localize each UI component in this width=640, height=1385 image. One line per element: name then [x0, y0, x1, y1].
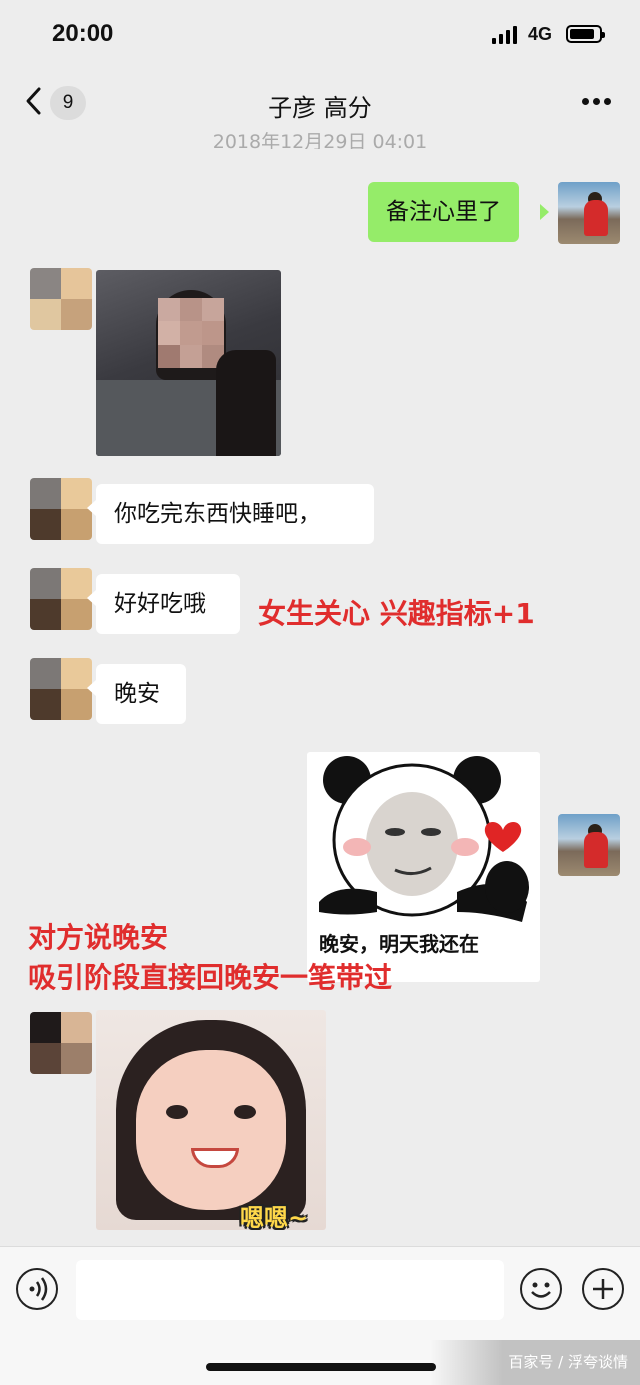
signal-icon	[492, 26, 522, 44]
image-caption: 嗯嗯~	[240, 1204, 309, 1230]
self-avatar[interactable]	[558, 182, 620, 244]
message-bubble-outgoing[interactable]: 备注心里了	[368, 182, 519, 242]
message-image[interactable]: 嗯嗯~	[96, 1010, 326, 1230]
bubble-tail	[87, 500, 96, 516]
bubble-tail	[87, 680, 96, 696]
voice-icon[interactable]	[16, 1268, 58, 1310]
home-indicator	[206, 1363, 436, 1371]
plus-icon[interactable]	[582, 1268, 624, 1310]
annotation-goodnight-line1: 对方说晚安	[28, 921, 169, 954]
annotation-interest: 女生关心 兴趣指标+1	[258, 597, 535, 630]
contact-avatar[interactable]	[30, 658, 92, 720]
message-image[interactable]	[96, 270, 281, 456]
contact-avatar[interactable]	[30, 1012, 92, 1074]
message-bubble-incoming[interactable]: 你吃完东西快睡吧，	[96, 484, 374, 544]
annotation-goodnight-line2: 吸引阶段直接回晚安一笔带过	[28, 961, 393, 994]
sticker-image[interactable]: 晚安，明天我还在	[307, 752, 540, 982]
more-dots-icon[interactable]	[580, 96, 614, 108]
message-bubble-incoming[interactable]: 好好吃哦	[96, 574, 240, 634]
chat-title: 子彦 高分	[268, 94, 372, 122]
sticker-caption: 晚安，明天我还在	[319, 932, 479, 956]
watermark: 百家号 / 浮夸谈情	[430, 1340, 640, 1385]
bubble-tail	[540, 204, 549, 220]
message-bubble-incoming[interactable]: 晚安	[96, 664, 186, 724]
contact-avatar[interactable]	[30, 478, 92, 540]
contact-avatar[interactable]	[30, 268, 92, 330]
battery-icon	[566, 25, 605, 43]
bubble-tail	[87, 590, 96, 606]
network-type: 4G	[528, 24, 553, 44]
contact-avatar[interactable]	[30, 568, 92, 630]
message-timestamp: 2018年12月29日 04:01	[212, 131, 428, 149]
emoji-icon[interactable]	[520, 1268, 562, 1310]
self-avatar[interactable]	[558, 814, 620, 876]
message-input[interactable]	[76, 1260, 504, 1320]
status-time: 20:00	[52, 20, 114, 47]
panda-sticker-icon	[319, 756, 529, 922]
